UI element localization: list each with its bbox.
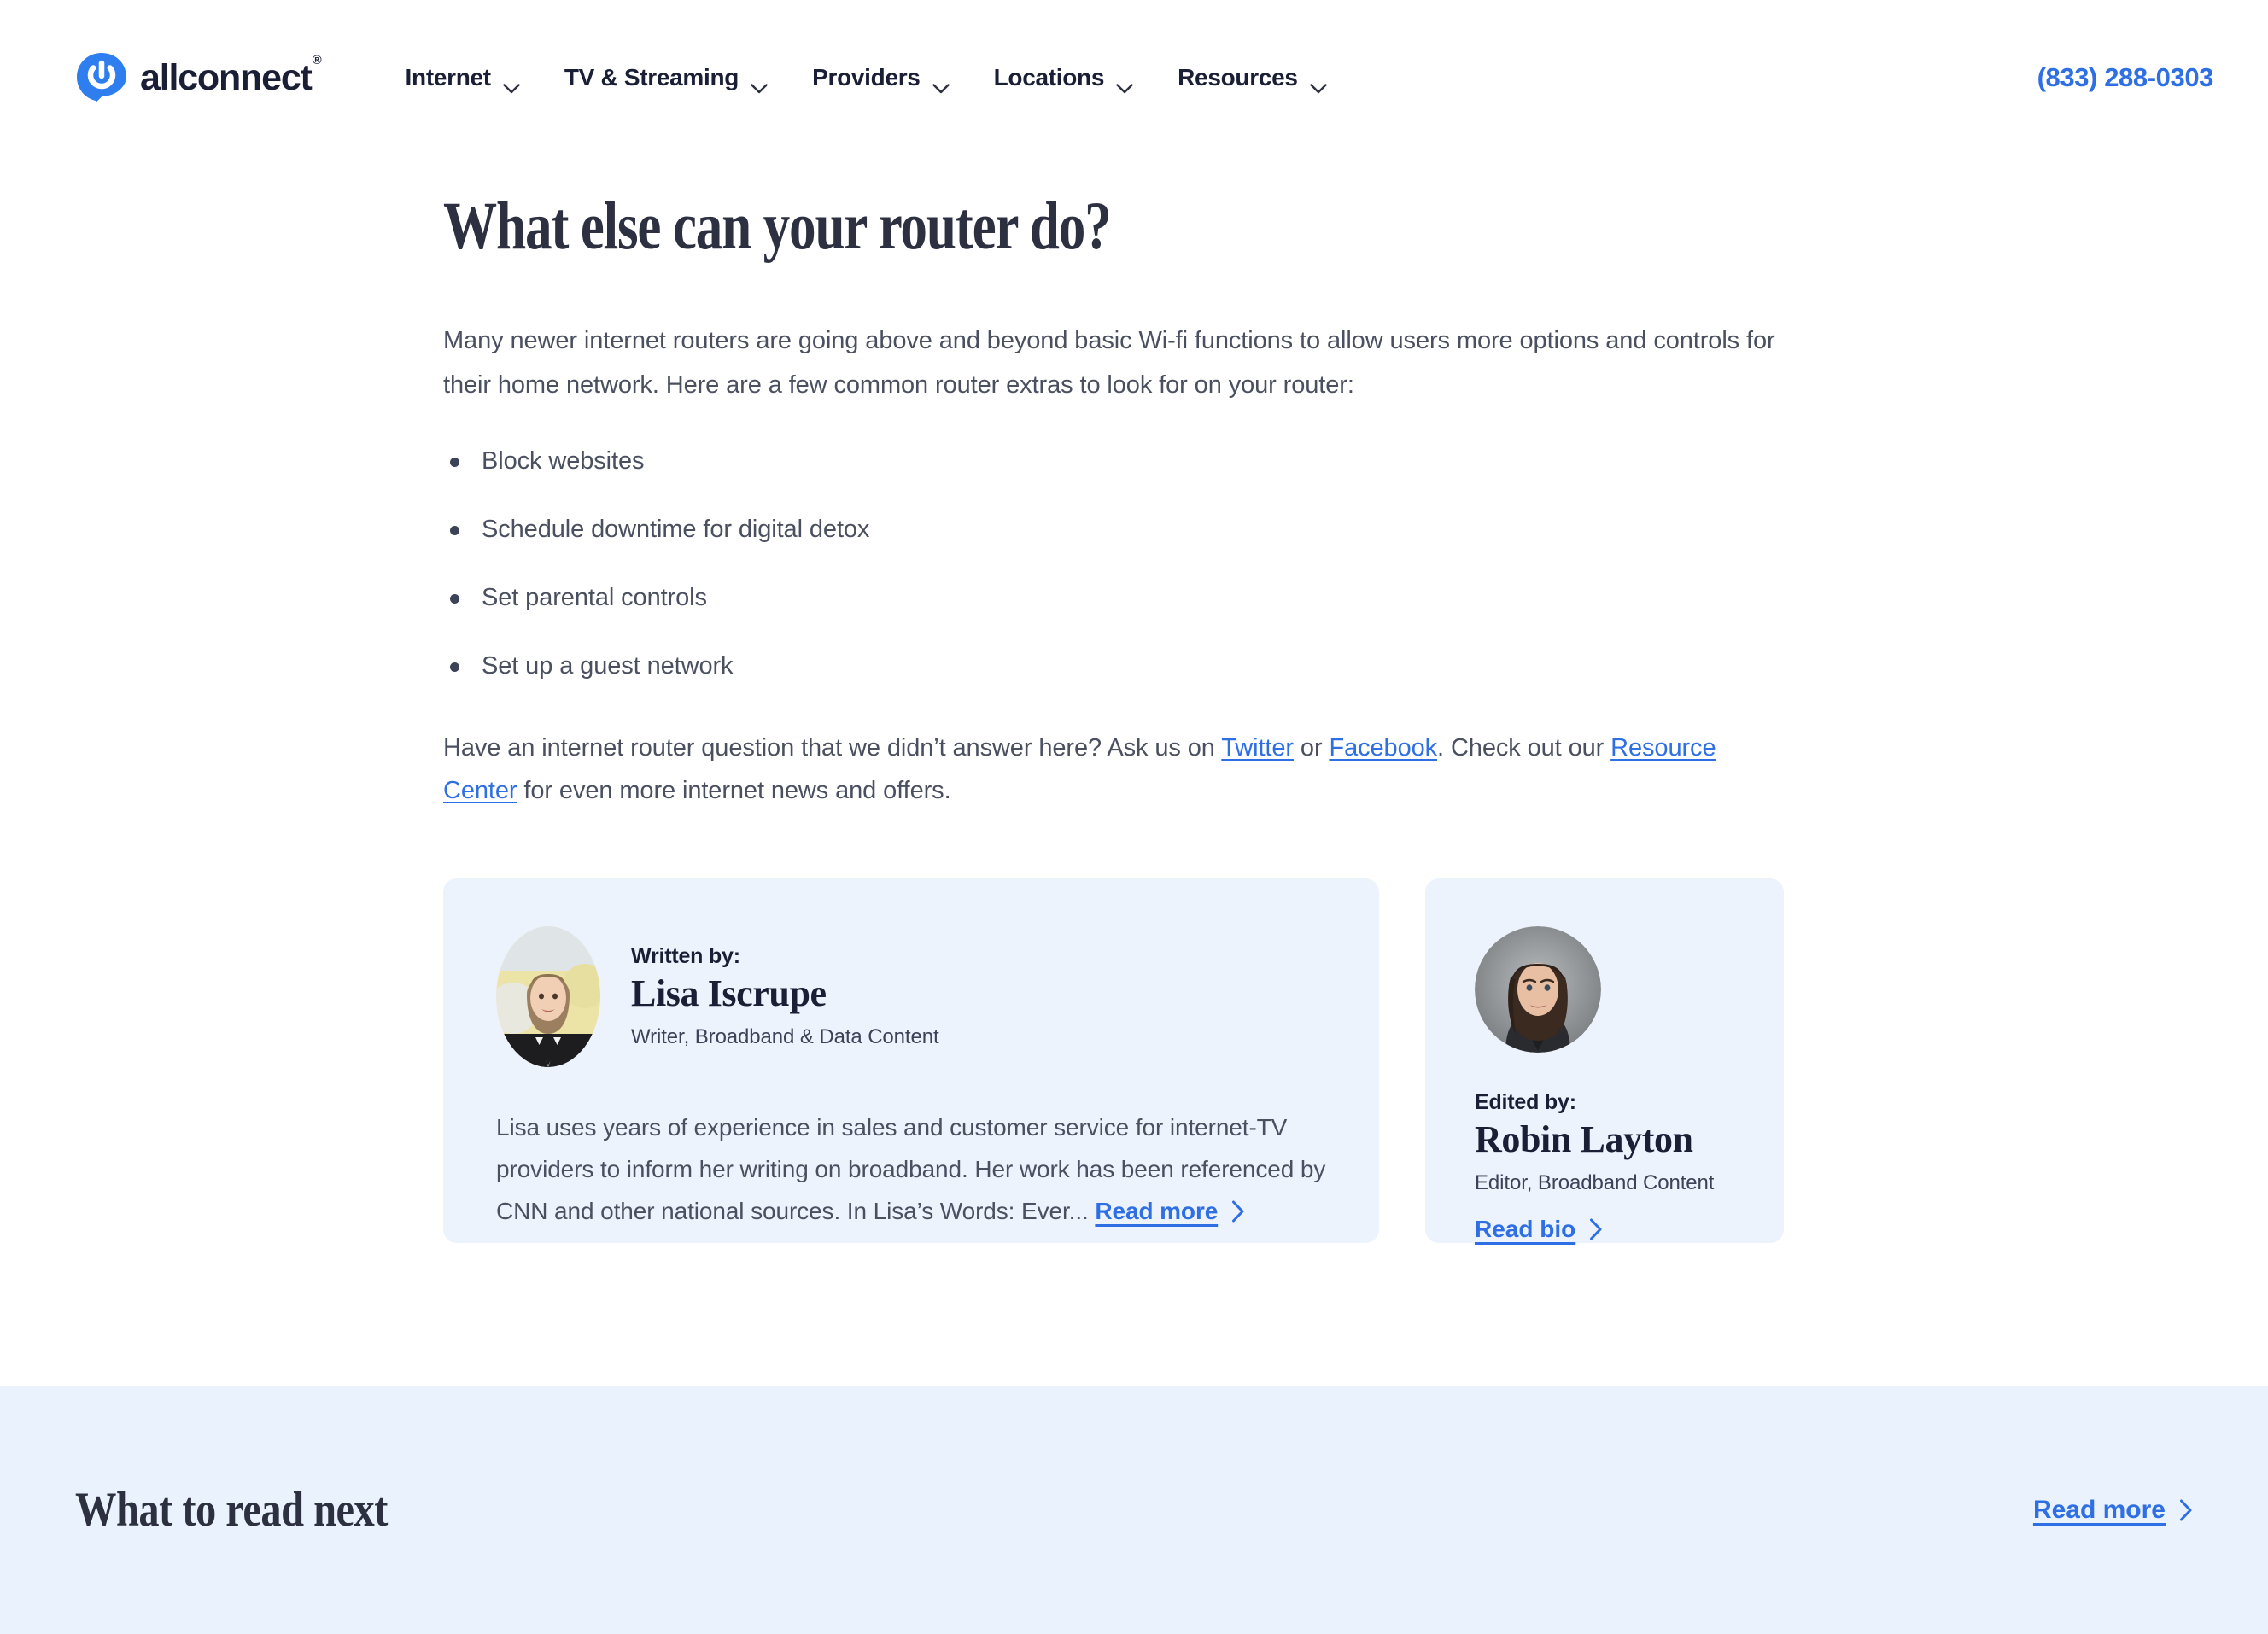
brand-name-text: allconnect bbox=[140, 56, 313, 98]
chevron-down-icon bbox=[1116, 73, 1133, 94]
brand-wordmark: allconnect® bbox=[140, 54, 322, 98]
chevron-down-icon bbox=[503, 73, 520, 94]
read-next-more-link[interactable]: Read more bbox=[2033, 1496, 2166, 1524]
registered-mark: ® bbox=[312, 53, 322, 68]
list-item: Set up a guest network bbox=[443, 650, 2268, 682]
written-by-label: Written by: bbox=[631, 944, 740, 969]
edited-by-label: Edited by: bbox=[1475, 1090, 1576, 1114]
avatar-robin-layton bbox=[1475, 926, 1601, 1053]
header-phone-link[interactable]: (833) 288-0303 bbox=[2037, 62, 2214, 93]
nav-item-providers[interactable]: Providers bbox=[790, 55, 971, 100]
author-read-more-link[interactable]: Read more bbox=[1095, 1198, 1218, 1224]
author-byline: Written by: Lisa Iscrupe Writer, Broadba… bbox=[631, 944, 939, 1049]
editor-read-bio-row: Read bio bbox=[1475, 1216, 1603, 1243]
author-header: Written by: Lisa Iscrupe Writer, Broadba… bbox=[496, 926, 1326, 1067]
nav-item-internet[interactable]: Internet bbox=[383, 55, 542, 100]
nav-item-resources[interactable]: Resources bbox=[1155, 55, 1349, 100]
twitter-link[interactable]: Twitter bbox=[1221, 734, 1294, 762]
editor-name: Robin Layton bbox=[1475, 1118, 1693, 1160]
list-item-label: Block websites bbox=[482, 447, 645, 475]
chevron-down-icon bbox=[932, 73, 950, 94]
read-next-link-row: Read more bbox=[2033, 1496, 2193, 1525]
editor-role: Editor, Broadband Content bbox=[1475, 1170, 1715, 1194]
avatar-lisa-iscrupe bbox=[496, 926, 600, 1067]
list-item: Block websites bbox=[443, 445, 2268, 477]
contributor-cards: Written by: Lisa Iscrupe Writer, Broadba… bbox=[443, 878, 2268, 1243]
chevron-right-icon bbox=[2179, 1499, 2193, 1521]
article-main: What else can your router do? Many newer… bbox=[0, 193, 2268, 1243]
nav-item-label: Locations bbox=[993, 64, 1105, 90]
nav-item-locations[interactable]: Locations bbox=[972, 55, 1156, 100]
chevron-right-icon bbox=[1589, 1218, 1603, 1240]
chevron-right-icon bbox=[1231, 1193, 1245, 1223]
list-item: Schedule downtime for digital detox bbox=[443, 513, 2268, 546]
page-title: What else can your router do? bbox=[443, 190, 1112, 264]
article-intro-paragraph: Many newer internet routers are going ab… bbox=[443, 327, 1775, 399]
page-root: allconnect® Internet TV & Streaming Prov… bbox=[0, 0, 2268, 1634]
list-item: Set parental controls bbox=[443, 581, 2268, 614]
nav-item-tv-streaming[interactable]: TV & Streaming bbox=[542, 55, 790, 100]
nav-item-label: Providers bbox=[812, 64, 921, 90]
author-bio-text: Lisa uses years of experience in sales a… bbox=[496, 1106, 1326, 1232]
power-logo-icon bbox=[75, 51, 128, 104]
read-next-section: What to read next Read more bbox=[0, 1386, 2268, 1634]
chevron-down-icon bbox=[1309, 73, 1327, 94]
nav-item-label: Internet bbox=[405, 64, 492, 90]
list-item-label: Set up a guest network bbox=[482, 652, 734, 680]
author-role: Writer, Broadband & Data Content bbox=[631, 1024, 939, 1048]
nav-item-label: TV & Streaming bbox=[564, 64, 739, 90]
read-next-title: What to read next bbox=[75, 1483, 388, 1537]
main-navigation: Internet TV & Streaming Providers Locati… bbox=[383, 55, 1349, 100]
list-item-label: Set parental controls bbox=[482, 584, 707, 611]
editor-byline: Edited by: Robin Layton Editor, Broadban… bbox=[1475, 1090, 1734, 1243]
article-closing-paragraph: Have an internet router question that we… bbox=[443, 727, 1775, 812]
author-card: Written by: Lisa Iscrupe Writer, Broadba… bbox=[443, 878, 1379, 1243]
editor-card: Edited by: Robin Layton Editor, Broadban… bbox=[1425, 878, 1784, 1243]
site-header: allconnect® Internet TV & Streaming Prov… bbox=[0, 0, 2268, 155]
closing-text-part1: Have an internet router question that we… bbox=[443, 734, 1222, 762]
closing-text-part2: or bbox=[1293, 734, 1330, 762]
nav-item-label: Resources bbox=[1178, 64, 1298, 90]
closing-text-part4: for even more internet news and offers. bbox=[517, 777, 951, 804]
router-extras-list: Block websites Schedule downtime for dig… bbox=[443, 445, 2268, 682]
closing-text-part3: . Check out our bbox=[1437, 734, 1611, 762]
brand-logo-link[interactable]: allconnect® bbox=[75, 51, 322, 104]
facebook-link[interactable]: Facebook bbox=[1329, 734, 1437, 762]
author-name: Lisa Iscrupe bbox=[631, 972, 827, 1015]
editor-read-bio-link[interactable]: Read bio bbox=[1475, 1216, 1575, 1242]
chevron-down-icon bbox=[751, 73, 768, 94]
list-item-label: Schedule downtime for digital detox bbox=[482, 516, 870, 543]
